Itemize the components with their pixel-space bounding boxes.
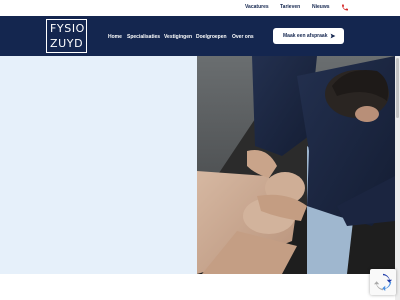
- book-appointment-label: Maak een afspraak: [283, 33, 328, 39]
- nav-item-over-ons[interactable]: Over ons: [232, 34, 254, 40]
- nav-item-specialisaties[interactable]: Specialisaties: [127, 34, 160, 40]
- send-arrow-icon: [330, 33, 336, 38]
- hero-photo: [197, 56, 395, 274]
- topbar-link-vacatures[interactable]: Vacatures: [245, 4, 269, 10]
- recaptcha-icon: [374, 273, 392, 291]
- topbar-link-tarieven[interactable]: Tarieven: [280, 4, 300, 10]
- physiotherapist-knee-illustration: [197, 56, 395, 274]
- logo-text-line1: FYSIO: [50, 22, 85, 35]
- fysio-zuyd-logo[interactable]: FYSIO ZUYD: [46, 19, 87, 53]
- main-navigation: FYSIO ZUYD Home Specialisaties Vestiging…: [0, 16, 400, 56]
- scrollbar-thumb[interactable]: [396, 58, 399, 118]
- top-utility-bar: Vacatures Tarieven Nieuws: [0, 0, 400, 16]
- topbar-link-nieuws[interactable]: Nieuws: [312, 4, 330, 10]
- nav-item-vestigingen[interactable]: Vestigingen: [164, 34, 192, 40]
- phone-icon[interactable]: [341, 3, 349, 12]
- book-appointment-button[interactable]: Maak een afspraak: [273, 28, 344, 44]
- page-scrollbar[interactable]: [395, 56, 400, 300]
- nav-item-doelgroepen[interactable]: Doelgroepen: [196, 34, 227, 40]
- hero-text-panel: [0, 56, 197, 274]
- nav-item-home[interactable]: Home: [108, 34, 122, 40]
- logo-text-line2: ZUYD: [50, 37, 84, 50]
- recaptcha-badge[interactable]: [370, 269, 396, 295]
